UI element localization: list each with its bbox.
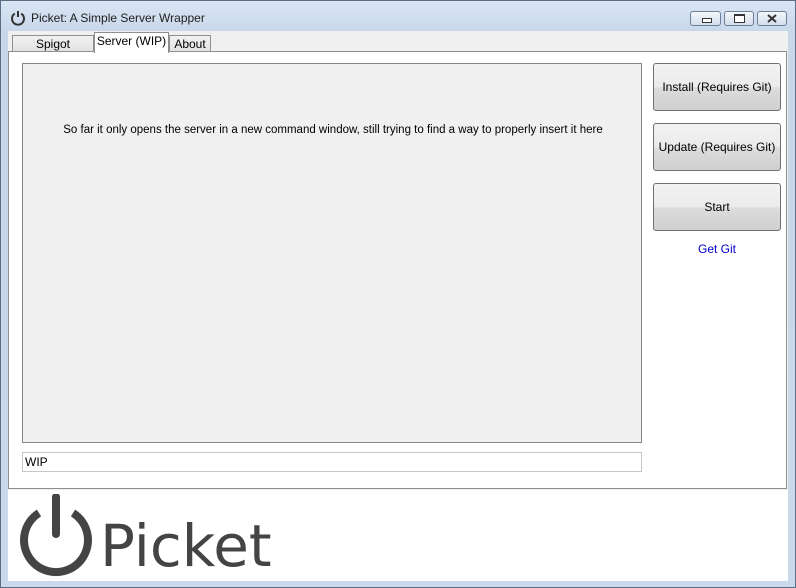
start-button[interactable]: Start <box>653 183 781 231</box>
close-button[interactable] <box>757 11 787 26</box>
app-window: Picket: A Simple Server Wrapper Spigot W… <box>0 0 796 588</box>
tab-server[interactable]: Server (WIP) <box>94 32 169 53</box>
window-title: Picket: A Simple Server Wrapper <box>31 11 205 25</box>
power-icon <box>11 11 25 26</box>
logo-banner: Picket <box>8 490 788 581</box>
maximize-button[interactable] <box>724 11 754 26</box>
update-button[interactable]: Update (Requires Git) <box>653 123 781 171</box>
title-bar[interactable]: Picket: A Simple Server Wrapper <box>1 1 795 31</box>
picket-logo: Picket <box>20 494 272 580</box>
console-message: So far it only opens the server in a new… <box>63 124 603 136</box>
install-button[interactable]: Install (Requires Git) <box>653 63 781 111</box>
server-tab-page: So far it only opens the server in a new… <box>8 51 787 489</box>
server-console-panel: So far it only opens the server in a new… <box>22 63 642 443</box>
status-field[interactable]: WIP <box>22 452 642 472</box>
client-area: Spigot Website Server (WIP) About So far… <box>8 31 788 581</box>
logo-text: Picket <box>100 512 272 580</box>
minimize-button[interactable] <box>690 11 721 26</box>
close-icon <box>767 14 777 23</box>
get-git-link[interactable]: Get Git <box>653 242 781 256</box>
